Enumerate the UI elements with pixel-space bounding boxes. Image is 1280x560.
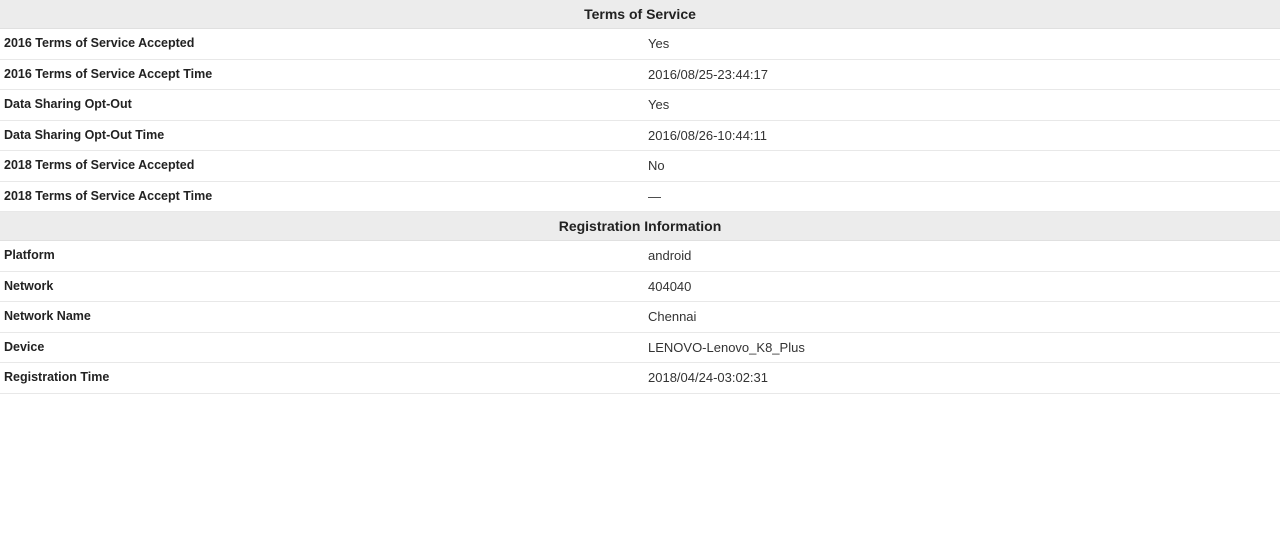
row-label: 2016 Terms of Service Accepted — [0, 29, 640, 60]
row-value: 2018/04/24-03:02:31 — [640, 363, 1280, 394]
row-value: — — [640, 181, 1280, 212]
row-label: Registration Time — [0, 363, 640, 394]
section-header-row: Terms of Service — [0, 0, 1280, 29]
table-row: Network 404040 — [0, 271, 1280, 302]
row-label: Network — [0, 271, 640, 302]
info-table: Terms of Service 2016 Terms of Service A… — [0, 0, 1280, 394]
table-row: Registration Time 2018/04/24-03:02:31 — [0, 363, 1280, 394]
table-row: 2018 Terms of Service Accept Time — — [0, 181, 1280, 212]
table-row: 2018 Terms of Service Accepted No — [0, 151, 1280, 182]
row-value: No — [640, 151, 1280, 182]
reg-section-header: Registration Information — [0, 212, 1280, 241]
table-row: Network Name Chennai — [0, 302, 1280, 333]
tos-section-header: Terms of Service — [0, 0, 1280, 29]
row-label: Network Name — [0, 302, 640, 333]
row-value: 404040 — [640, 271, 1280, 302]
row-value: 2016/08/25-23:44:17 — [640, 59, 1280, 90]
row-label: 2018 Terms of Service Accept Time — [0, 181, 640, 212]
table-row: Platform android — [0, 241, 1280, 272]
row-value: 2016/08/26-10:44:11 — [640, 120, 1280, 151]
table-row: Device LENOVO-Lenovo_K8_Plus — [0, 332, 1280, 363]
row-value: Yes — [640, 90, 1280, 121]
row-label: Platform — [0, 241, 640, 272]
row-label: 2016 Terms of Service Accept Time — [0, 59, 640, 90]
table-row: Data Sharing Opt-Out Time 2016/08/26-10:… — [0, 120, 1280, 151]
row-label: Device — [0, 332, 640, 363]
row-label: Data Sharing Opt-Out — [0, 90, 640, 121]
row-value: Chennai — [640, 302, 1280, 333]
table-row: 2016 Terms of Service Accept Time 2016/0… — [0, 59, 1280, 90]
table-row: Data Sharing Opt-Out Yes — [0, 90, 1280, 121]
table-row: 2016 Terms of Service Accepted Yes — [0, 29, 1280, 60]
section-header-row: Registration Information — [0, 212, 1280, 241]
row-value: android — [640, 241, 1280, 272]
row-label: 2018 Terms of Service Accepted — [0, 151, 640, 182]
row-value: Yes — [640, 29, 1280, 60]
row-value: LENOVO-Lenovo_K8_Plus — [640, 332, 1280, 363]
row-label: Data Sharing Opt-Out Time — [0, 120, 640, 151]
